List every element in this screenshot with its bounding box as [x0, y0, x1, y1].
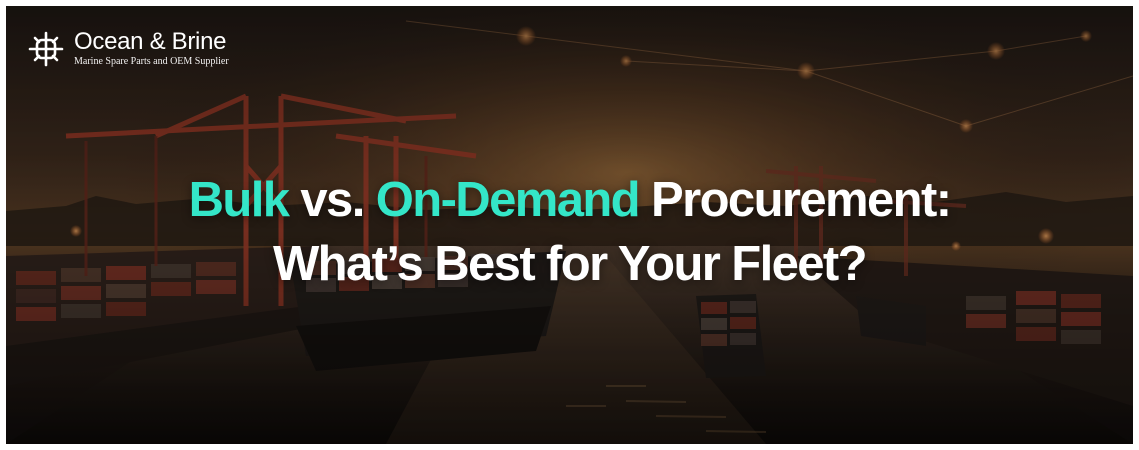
ship-wheel-icon: [28, 31, 64, 66]
brand-logo[interactable]: Ocean & Brine Marine Spare Parts and OEM…: [28, 30, 229, 67]
page-title: Bulk vs. On-Demand Procurement: What’s B…: [6, 168, 1133, 296]
brand-name: Ocean & Brine: [74, 28, 227, 55]
hero-banner: Ocean & Brine Marine Spare Parts and OEM…: [6, 6, 1133, 444]
title-procurement: Procurement:: [639, 173, 952, 227]
brand-tagline: Marine Spare Parts and OEM Supplier: [74, 56, 229, 67]
title-accent-on-demand: On-Demand: [375, 173, 641, 227]
brand-text: Ocean & Brine Marine Spare Parts and OEM…: [74, 30, 229, 67]
title-line-1: Bulk vs. On-Demand Procurement:: [6, 168, 1133, 232]
title-line-2: What’s Best for Your Fleet?: [273, 237, 868, 291]
title-accent-bulk: Bulk: [188, 173, 290, 227]
title-versus: vs.: [288, 173, 376, 227]
